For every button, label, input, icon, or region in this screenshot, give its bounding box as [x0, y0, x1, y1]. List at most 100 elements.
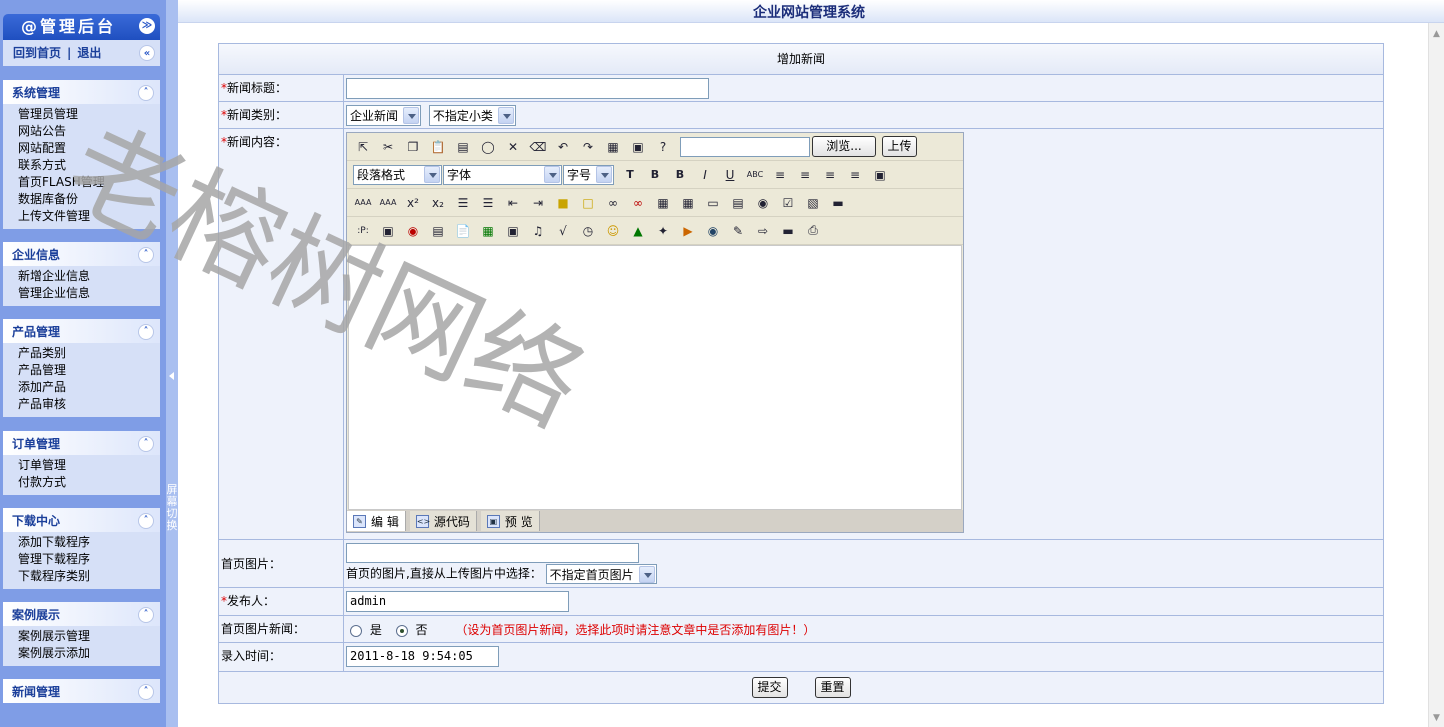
tab-preview[interactable]: ▣ 预 览 — [480, 511, 540, 531]
sidebar-item-add-product[interactable]: 添加产品 — [18, 379, 160, 396]
outdent-icon[interactable]: ⇤ — [503, 193, 523, 213]
sidebar-item-product-category[interactable]: 产品类别 — [18, 345, 160, 362]
reset-button[interactable]: 重置 — [814, 677, 851, 698]
logout-link[interactable]: 退出 — [77, 46, 101, 60]
sidebar-item-order-manage[interactable]: 订单管理 — [18, 457, 160, 474]
sidebar-item-contact[interactable]: 联系方式 — [18, 157, 160, 174]
dropdown-arrow-icon[interactable] — [497, 107, 514, 124]
image-icon[interactable]: ▣ — [378, 221, 398, 241]
find-icon[interactable]: ◯ — [478, 137, 498, 157]
help-icon[interactable]: ? — [653, 137, 673, 157]
underline-icon[interactable]: U — [720, 165, 740, 185]
page-break-icon[interactable]: ⇨ — [753, 221, 773, 241]
author-input[interactable]: admin — [346, 591, 569, 612]
strikethrough-icon[interactable]: ABC — [745, 165, 765, 185]
sidebar-item-product-manage[interactable]: 产品管理 — [18, 362, 160, 379]
play-icon[interactable]: ▶ — [678, 221, 698, 241]
listbox-icon[interactable]: ▧ — [803, 193, 823, 213]
upload-file-input[interactable] — [680, 136, 810, 157]
copy-icon[interactable]: ❐ — [403, 137, 423, 157]
screen-switch-label[interactable]: 屏幕切换 — [166, 484, 178, 532]
chevron-up-icon[interactable]: ˄ — [138, 684, 154, 700]
collapse-all-icon[interactable]: ≫ — [139, 18, 155, 34]
editor-content-area[interactable] — [348, 245, 962, 510]
time-input[interactable]: 2011-8-18 9:54:05 — [346, 646, 499, 667]
sidebar-group-title[interactable]: 产品管理 ˄ — [3, 319, 160, 343]
pointer-icon[interactable]: ⇱ — [353, 137, 373, 157]
bg-color-icon[interactable]: B — [645, 165, 665, 185]
sidebar-group-title[interactable]: 下载中心 ˄ — [3, 508, 160, 532]
paste-icon[interactable]: 📋 — [428, 137, 448, 157]
dropdown-arrow-icon[interactable] — [638, 565, 655, 583]
sidebar-group-title[interactable]: 企业信息 ˄ — [3, 242, 160, 266]
save-icon[interactable]: ▣ — [628, 137, 648, 157]
sidebar-item-product-review[interactable]: 产品审核 — [18, 396, 160, 413]
file-icon[interactable]: 📄 — [453, 221, 473, 241]
html-edit-icon[interactable]: ✎ — [728, 221, 748, 241]
sidebar-item-case-add[interactable]: 案例展示添加 — [18, 645, 160, 662]
news-title-input[interactable] — [346, 78, 709, 99]
horizontal-rule-icon[interactable]: ▬ — [778, 221, 798, 241]
home-image-input[interactable] — [346, 543, 639, 563]
font-select[interactable]: 字体 — [443, 164, 562, 185]
text-color-icon[interactable]: T — [620, 165, 640, 185]
sidebar-item-payment[interactable]: 付款方式 — [18, 474, 160, 491]
undo-icon[interactable]: ↶ — [553, 137, 573, 157]
subscript-icon[interactable]: x₂ — [428, 193, 448, 213]
highlight-clear-icon[interactable]: □ — [578, 193, 598, 213]
upload-button[interactable]: 上传 — [882, 136, 917, 157]
fullscreen-icon[interactable]: ▣ — [870, 165, 890, 185]
music-icon[interactable]: ♫ — [528, 221, 548, 241]
gallery-icon[interactable]: ▲ — [628, 221, 648, 241]
eraser-icon[interactable]: ⌫ — [528, 137, 548, 157]
italic-icon[interactable]: I — [695, 165, 715, 185]
scroll-down-icon[interactable]: ▼ — [1433, 713, 1440, 723]
home-image-select[interactable]: 不指定首页图片 — [545, 564, 657, 584]
sidebar-item-upload-files[interactable]: 上传文件管理 — [18, 208, 160, 225]
radio-icon[interactable]: ◉ — [753, 193, 773, 213]
sidebar-group-title[interactable]: 新闻管理 ˄ — [3, 679, 160, 703]
decrease-font-icon[interactable]: AAA — [378, 193, 398, 213]
align-right-icon[interactable]: ≡ — [820, 165, 840, 185]
checkbox-icon[interactable]: ☑ — [778, 193, 798, 213]
excel-icon[interactable]: ▦ — [478, 221, 498, 241]
dropdown-arrow-icon[interactable] — [403, 107, 420, 124]
sidebar-item-flash[interactable]: 首页FLASH管理 — [18, 174, 160, 191]
print-icon[interactable]: ⎙ — [803, 221, 823, 241]
button-icon[interactable]: ▬ — [828, 193, 848, 213]
sidebar-splitter[interactable]: 屏幕切换 — [166, 0, 178, 727]
paragraph-icon[interactable]: :P: — [353, 221, 373, 241]
sidebar-item-config[interactable]: 网站配置 — [18, 140, 160, 157]
align-justify-icon[interactable]: ≡ — [845, 165, 865, 185]
unlink-icon[interactable]: ∞ — [628, 193, 648, 213]
cut-icon[interactable]: ✂ — [378, 137, 398, 157]
tab-source[interactable]: <> 源代码 — [409, 511, 477, 531]
textarea-icon[interactable]: ▤ — [728, 193, 748, 213]
paragraph-format-select[interactable]: 段落格式 — [353, 164, 442, 185]
dropdown-arrow-icon[interactable] — [424, 166, 440, 183]
highlight-icon[interactable]: ■ — [553, 193, 573, 213]
image-news-yes-radio[interactable] — [350, 624, 362, 637]
image-news-no-radio[interactable] — [395, 624, 408, 637]
chevron-left-icon[interactable]: « — [139, 45, 155, 61]
special-char-icon[interactable]: ▣ — [503, 221, 523, 241]
submit-button[interactable]: 提交 — [751, 677, 788, 698]
sidebar-item-download-category[interactable]: 下载程序类别 — [18, 568, 160, 585]
link-icon[interactable]: ∞ — [603, 193, 623, 213]
sidebar-item-manage-download[interactable]: 管理下载程序 — [18, 551, 160, 568]
category-select[interactable]: 企业新闻 — [346, 105, 422, 126]
sidebar-item-manage-company[interactable]: 管理企业信息 — [18, 285, 160, 302]
sidebar-group-title[interactable]: 系统管理 ˄ — [3, 80, 160, 104]
sidebar-item-add-download[interactable]: 添加下载程序 — [18, 534, 160, 551]
ordered-list-icon[interactable]: ☰ — [453, 193, 473, 213]
date-icon[interactable]: ◷ — [578, 221, 598, 241]
chevron-up-icon[interactable]: ˄ — [138, 324, 154, 340]
sidebar-item-add-company[interactable]: 新增企业信息 — [18, 268, 160, 285]
chevron-up-icon[interactable]: ˄ — [138, 436, 154, 452]
collapse-arrow-icon[interactable] — [169, 372, 174, 380]
sidebar-group-title[interactable]: 案例展示 ˄ — [3, 602, 160, 626]
chevron-up-icon[interactable]: ˄ — [138, 607, 154, 623]
align-center-icon[interactable]: ≡ — [795, 165, 815, 185]
dropdown-arrow-icon[interactable] — [596, 166, 612, 183]
sidebar-item-notice[interactable]: 网站公告 — [18, 123, 160, 140]
